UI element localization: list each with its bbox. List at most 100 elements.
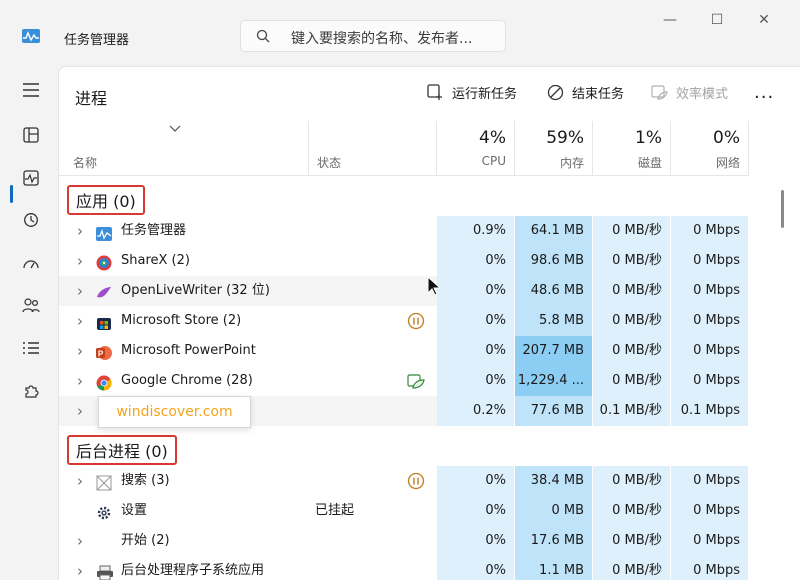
scrollbar-thumb[interactable] [781,190,784,228]
nav-app-history[interactable] [14,205,48,235]
expand-chevron-icon[interactable]: › [77,366,83,396]
process-name: 设置 [121,503,148,518]
minimize-button[interactable]: — [655,12,685,38]
process-name-cell: › ShareX (2) [59,246,309,276]
processes-icon [23,127,39,143]
background-process-row[interactable]: › 后台处理程序子系统应用 0% 1.1 MB 0 MB/秒 0 Mbps [59,556,749,580]
process-name: ShareX (2) [121,253,190,268]
close-button[interactable]: ✕ [749,12,779,38]
process-disk-cell: 0 MB/秒 [593,556,671,580]
process-cpu-cell: 0.2% [437,396,515,426]
process-cpu-cell: 0% [437,246,515,276]
paused-icon [407,472,425,494]
process-name-cell: › 任务管理器 [59,216,309,246]
nav-performance[interactable] [14,163,48,193]
process-disk-cell: 0 MB/秒 [593,216,671,246]
process-network-cell: 0 Mbps [671,336,749,366]
process-network-cell: 0.1 Mbps [671,396,749,426]
expand-chevron-icon[interactable]: › [77,336,83,366]
process-name: Microsoft PowerPoint [121,343,256,358]
expand-chevron-icon[interactable]: › [77,526,83,556]
printer-icon [96,563,113,580]
column-cpu[interactable]: 4% CPU [437,121,515,175]
nav-startup-apps[interactable] [14,248,48,278]
memory-total: 59% [546,128,584,148]
background-process-row[interactable]: 设置 已挂起 0% 0 MB 0 MB/秒 0 Mbps [59,496,749,526]
process-memory-cell: 48.6 MB [515,276,593,306]
svg-text:P: P [98,350,104,359]
efficiency-leaf-icon [407,372,425,394]
end-task-button[interactable]: 结束任务 [547,83,624,102]
search-input[interactable]: 键入要搜索的名称、发布者... [291,28,472,48]
nav-details[interactable] [14,333,48,363]
group-background-header[interactable]: 后台进程 (0) [67,435,177,465]
expand-chevron-icon[interactable]: › [77,556,83,580]
background-process-row[interactable]: › 搜索 (3) 0% 38.4 MB 0 MB/秒 0 Mbps [59,466,749,496]
expand-chevron-icon[interactable]: › [77,216,83,246]
startup-gauge-icon [23,260,39,269]
details-list-icon [23,342,39,354]
process-disk-cell: 0 MB/秒 [593,526,671,556]
openlivewriter-icon [96,283,112,299]
nav-users[interactable] [14,290,48,320]
disk-total: 1% [635,128,662,148]
expand-chevron-icon[interactable]: › [77,396,83,426]
expand-chevron-icon[interactable]: › [77,246,83,276]
process-cpu-cell: 0% [437,496,515,526]
expand-chevron-icon[interactable]: › [77,466,83,496]
maximize-button[interactable]: ☐ [702,12,732,38]
app-title: 任务管理器 [64,33,130,48]
nav-processes[interactable] [14,120,48,150]
powerpoint-icon: P [96,343,112,360]
apps-process-row[interactable]: › ShareX (2) 0% 98.6 MB 0 MB/秒 0 Mbps [59,246,749,276]
process-memory-cell: 38.4 MB [515,466,593,496]
process-memory-cell: 0 MB [515,496,593,526]
column-memory[interactable]: 59% 内存 [515,121,593,175]
process-network-cell: 0 Mbps [671,276,749,306]
group-apps-header[interactable]: 应用 (0) [67,185,145,215]
process-name-cell: › 开始 (2) [59,526,309,556]
process-disk-cell: 0.1 MB/秒 [593,396,671,426]
column-network[interactable]: 0% 网络 [671,121,749,175]
process-name-cell: › Microsoft Store (2) [59,306,309,336]
apps-process-row[interactable]: › 任务管理器 0.9% 64.1 MB 0 MB/秒 0 Mbps [59,216,749,246]
nav-services[interactable] [14,376,48,406]
column-disk[interactable]: 1% 磁盘 [593,121,671,175]
apps-process-row[interactable]: › OpenLiveWriter (32 位) 0% 48.6 MB 0 MB/秒 0 M… [59,276,749,306]
background-process-row[interactable]: › 开始 (2) 0% 17.6 MB 0 MB/秒 0 Mbps [59,526,749,556]
task-manager-icon [96,223,112,241]
column-name[interactable]: 名称 [59,121,309,175]
process-name: Google Chrome (28) [121,373,253,388]
expand-chevron-icon[interactable]: › [77,276,83,306]
process-memory-cell: 98.6 MB [515,246,593,276]
process-name: 搜索 (3) [121,473,170,488]
efficiency-mode-button[interactable]: 效率模式 [651,83,728,102]
apps-process-row[interactable]: › Microsoft Store (2) 0% 5.8 MB 0 MB/秒 0 Mbps [59,306,749,336]
column-status-label: 状态 [317,156,342,170]
task-manager-app-icon [22,29,40,43]
watermark-label: windiscover.com [98,396,251,428]
column-status[interactable]: 状态 [309,121,437,175]
column-name-label: 名称 [73,156,98,170]
mouse-cursor-icon [427,276,441,296]
sharex-icon [96,253,112,271]
apps-process-row[interactable]: › P Microsoft PowerPoint 0% 207.7 MB 0 MB/秒 0 … [59,336,749,366]
process-network-cell: 0 Mbps [671,526,749,556]
title-bar: 任务管理器 键入要搜索的名称、发布者... — ☐ ✕ [0,0,800,60]
apps-process-row[interactable]: › Google Chrome (28) 0% 1,229.4 ... 0 MB/秒 0 … [59,366,749,396]
hamburger-menu-button[interactable] [14,75,48,105]
process-disk-cell: 0 MB/秒 [593,366,671,396]
process-disk-cell: 0 MB/秒 [593,496,671,526]
process-cpu-cell: 0% [437,556,515,580]
run-new-task-button[interactable]: 运行新任务 [427,83,517,102]
process-network-cell: 0 Mbps [671,496,749,526]
process-memory-cell: 1.1 MB [515,556,593,580]
users-icon [22,298,40,313]
settings-gear-icon [96,503,112,520]
expand-chevron-icon[interactable]: › [77,306,83,336]
more-options-button[interactable]: ... [754,82,774,103]
run-new-task-label: 运行新任务 [452,87,518,102]
process-cpu-cell: 0% [437,466,515,496]
process-status: 已挂起 [315,503,355,518]
search-box[interactable]: 键入要搜索的名称、发布者... [240,20,506,52]
